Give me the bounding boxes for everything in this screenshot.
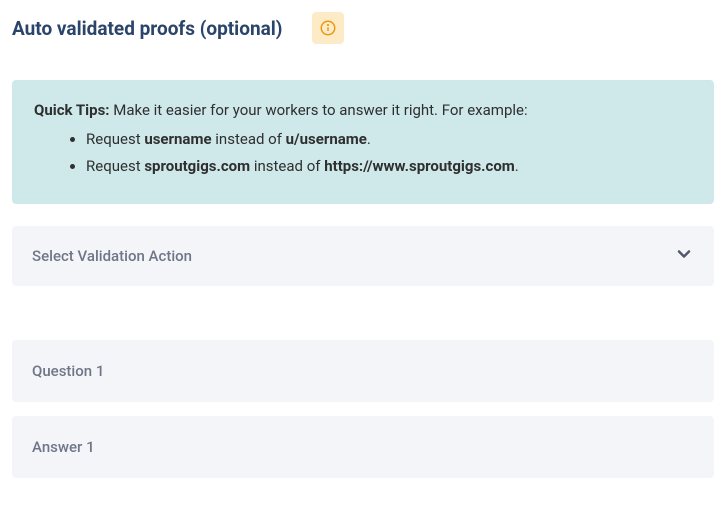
tips-item: Request username instead of u/username.: [86, 126, 692, 153]
tips-item: Request sproutgigs.com instead of https:…: [86, 153, 692, 180]
validation-action-label: Select Validation Action: [32, 247, 192, 265]
question-input[interactable]: [12, 340, 714, 402]
quick-tips-box: Quick Tips: Make it easier for your work…: [12, 80, 714, 204]
tips-intro: Make it easier for your workers to answe…: [110, 101, 528, 119]
validation-action-select[interactable]: Select Validation Action: [12, 226, 714, 286]
tips-list: Request username instead of u/username. …: [34, 126, 692, 180]
chevron-down-icon: [674, 244, 694, 268]
info-icon[interactable]: [312, 12, 344, 44]
answer-input[interactable]: [12, 416, 714, 478]
section-title: Auto validated proofs (optional): [12, 17, 282, 40]
tips-heading: Quick Tips:: [34, 101, 110, 119]
section-header: Auto validated proofs (optional): [12, 12, 714, 44]
